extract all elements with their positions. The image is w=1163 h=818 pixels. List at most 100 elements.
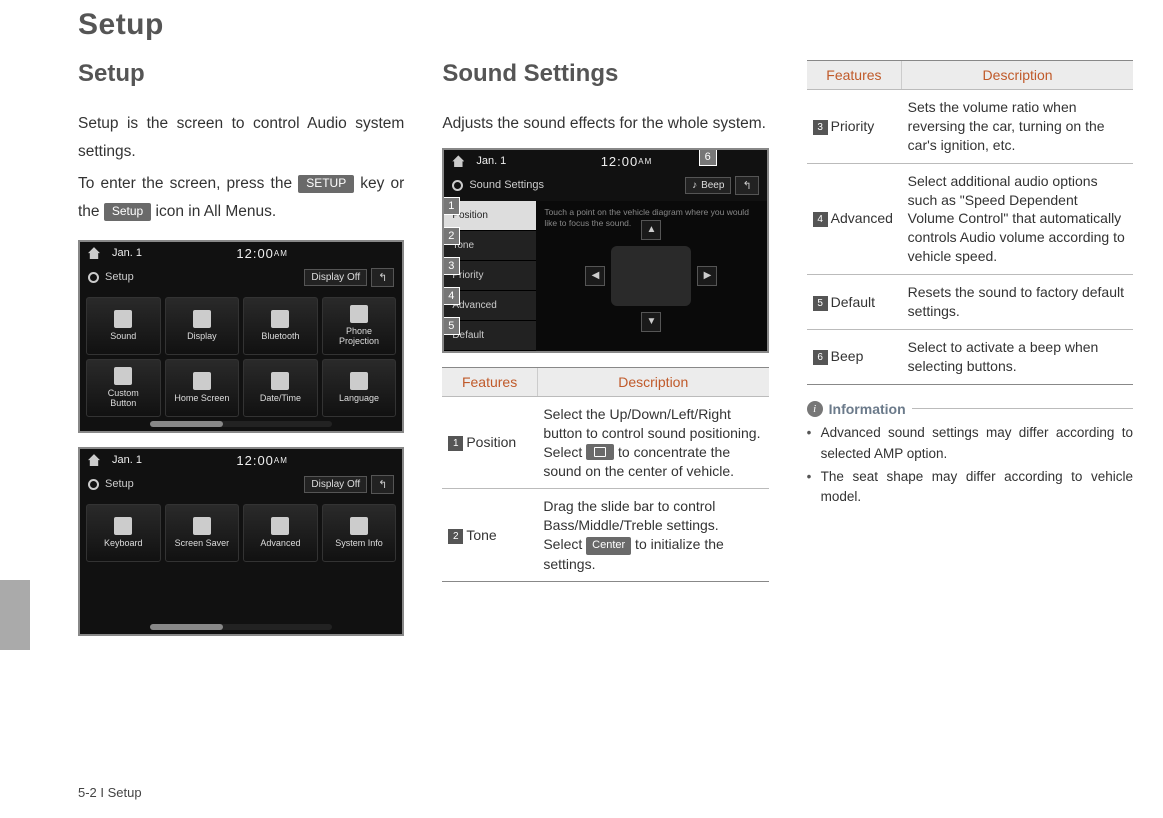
sound-body: Position Tone Priority Advanced Default … bbox=[444, 201, 766, 351]
status-time: 12:00AM bbox=[236, 453, 288, 468]
page-indicator bbox=[150, 624, 332, 630]
table-row: 2Tone Drag the slide bar to control Bass… bbox=[442, 489, 768, 582]
arrow-right-button[interactable]: ▶ bbox=[697, 266, 717, 286]
vehicle-diagram[interactable]: ▲ ▼ ◀ ▶ bbox=[611, 246, 691, 306]
th-description: Description bbox=[537, 367, 768, 396]
feature-name: Beep bbox=[831, 348, 864, 364]
status-ampm: AM bbox=[274, 456, 288, 465]
screenshot-titlebar: Setup Display Off ↰ bbox=[80, 265, 402, 293]
arrow-up-button[interactable]: ▲ bbox=[641, 220, 661, 240]
display-off-button[interactable]: Display Off bbox=[304, 269, 367, 286]
home-icon bbox=[88, 247, 100, 259]
info-icon: i bbox=[807, 401, 823, 417]
cell-description: Drag the slide bar to control Bass/Middl… bbox=[537, 489, 768, 582]
clock-icon bbox=[271, 372, 289, 390]
features-table-2: Features Description 3Priority Sets the … bbox=[807, 60, 1133, 385]
status-date: Jan. 1 bbox=[112, 247, 142, 259]
app-sound[interactable]: Sound bbox=[86, 297, 161, 355]
callout-2: 2 bbox=[442, 227, 460, 245]
status-date: Jan. 1 bbox=[112, 454, 142, 466]
home-icon bbox=[452, 155, 464, 167]
app-display[interactable]: Display bbox=[165, 297, 240, 355]
cell-feature: 5Default bbox=[807, 275, 902, 330]
app-keyboard[interactable]: Keyboard bbox=[86, 504, 161, 562]
column-sound-settings: Sound Settings Adjusts the sound effects… bbox=[442, 60, 768, 636]
info-icon bbox=[350, 517, 368, 535]
app-custom-button[interactable]: Custom Button bbox=[86, 359, 161, 417]
callout-1: 1 bbox=[442, 197, 460, 215]
advanced-icon bbox=[271, 517, 289, 535]
status-ampm: AM bbox=[638, 157, 652, 166]
app-grid-2: Keyboard Screen Saver Advanced System In… bbox=[80, 500, 402, 564]
app-label: Screen Saver bbox=[175, 539, 230, 549]
app-advanced[interactable]: Advanced bbox=[243, 504, 318, 562]
language-icon bbox=[350, 372, 368, 390]
gear-icon bbox=[88, 479, 99, 490]
app-screen-saver[interactable]: Screen Saver bbox=[165, 504, 240, 562]
feature-name: Default bbox=[831, 294, 875, 310]
screen-title: Setup bbox=[105, 271, 134, 283]
info-item: The seat shape may differ according to v… bbox=[807, 467, 1133, 509]
screenshot-statusbar: Jan. 1 12:00AM bbox=[80, 242, 402, 265]
status-time-num: 12:00 bbox=[236, 246, 274, 261]
beep-button[interactable]: ♪ Beep bbox=[685, 177, 731, 194]
cell-feature: 1Position bbox=[442, 396, 537, 489]
screenshot-titlebar: Setup Display Off ↰ bbox=[80, 472, 402, 500]
back-button[interactable]: ↰ bbox=[371, 268, 394, 287]
app-date-time[interactable]: Date/Time bbox=[243, 359, 318, 417]
note-icon: ♪ bbox=[692, 180, 697, 191]
screensaver-icon bbox=[193, 517, 211, 535]
num-badge: 6 bbox=[813, 350, 828, 365]
setup-para-1: Setup is the screen to control Audio sys… bbox=[78, 110, 404, 166]
screenshot-statusbar: Jan. 1 12:00AM bbox=[80, 449, 402, 472]
page-footer: 5-2 I Setup bbox=[78, 785, 142, 800]
arrow-left-button[interactable]: ◀ bbox=[585, 266, 605, 286]
table-row: 5Default Resets the sound to factory def… bbox=[807, 275, 1133, 330]
arrow-down-button[interactable]: ▼ bbox=[641, 312, 661, 332]
keyboard-icon bbox=[114, 517, 132, 535]
app-language[interactable]: Language bbox=[322, 359, 397, 417]
status-time-num: 12:00 bbox=[236, 453, 274, 468]
app-label: Display bbox=[187, 332, 217, 342]
cell-feature: 4Advanced bbox=[807, 163, 902, 274]
setup-hardkey-chip: SETUP bbox=[298, 175, 354, 194]
cell-description: Select additional audio options such as … bbox=[902, 163, 1133, 274]
app-label: Home Screen bbox=[174, 394, 229, 404]
desc-text: Select the Up/Down/Left/Right button to … bbox=[543, 406, 760, 441]
callout-6: 6 bbox=[699, 148, 717, 166]
app-bluetooth[interactable]: Bluetooth bbox=[243, 297, 318, 355]
app-label: Bluetooth bbox=[261, 332, 299, 342]
center-target-icon bbox=[586, 444, 614, 460]
back-button[interactable]: ↰ bbox=[735, 176, 758, 195]
feature-name: Advanced bbox=[831, 210, 893, 226]
status-time: 12:00AM bbox=[236, 246, 288, 261]
cell-feature: 2Tone bbox=[442, 489, 537, 582]
cell-description: Resets the sound to factory default sett… bbox=[902, 275, 1133, 330]
homescreen-icon bbox=[193, 372, 211, 390]
feature-name: Priority bbox=[831, 118, 875, 134]
app-home-screen[interactable]: Home Screen bbox=[165, 359, 240, 417]
app-phone-projection[interactable]: Phone Projection bbox=[322, 297, 397, 355]
sound-para: Adjusts the sound effects for the whole … bbox=[442, 110, 768, 138]
app-grid-1: Sound Display Bluetooth Phone Projection… bbox=[80, 293, 402, 419]
star-icon bbox=[114, 367, 132, 385]
num-badge: 2 bbox=[448, 529, 463, 544]
back-button[interactable]: ↰ bbox=[371, 475, 394, 494]
home-icon bbox=[88, 454, 100, 466]
screenshot-setup-2: Jan. 1 12:00AM Setup Display Off ↰ Keybo… bbox=[78, 447, 404, 636]
feature-name: Position bbox=[466, 434, 516, 450]
info-divider bbox=[912, 408, 1133, 409]
app-system-info[interactable]: System Info bbox=[322, 504, 397, 562]
num-badge: 1 bbox=[448, 436, 463, 451]
callout-3: 3 bbox=[442, 257, 460, 275]
app-label: Phone Projection bbox=[339, 327, 379, 347]
display-off-button[interactable]: Display Off bbox=[304, 476, 367, 493]
app-label: Keyboard bbox=[104, 539, 143, 549]
cell-feature: 6Beep bbox=[807, 329, 902, 384]
page-indicator bbox=[150, 421, 332, 427]
sound-icon bbox=[114, 310, 132, 328]
beep-label: Beep bbox=[701, 180, 724, 191]
table-row: 3Priority Sets the volume ratio when rev… bbox=[807, 90, 1133, 164]
num-badge: 4 bbox=[813, 212, 828, 227]
features-table-1: Features Description 1Position Select th… bbox=[442, 367, 768, 583]
